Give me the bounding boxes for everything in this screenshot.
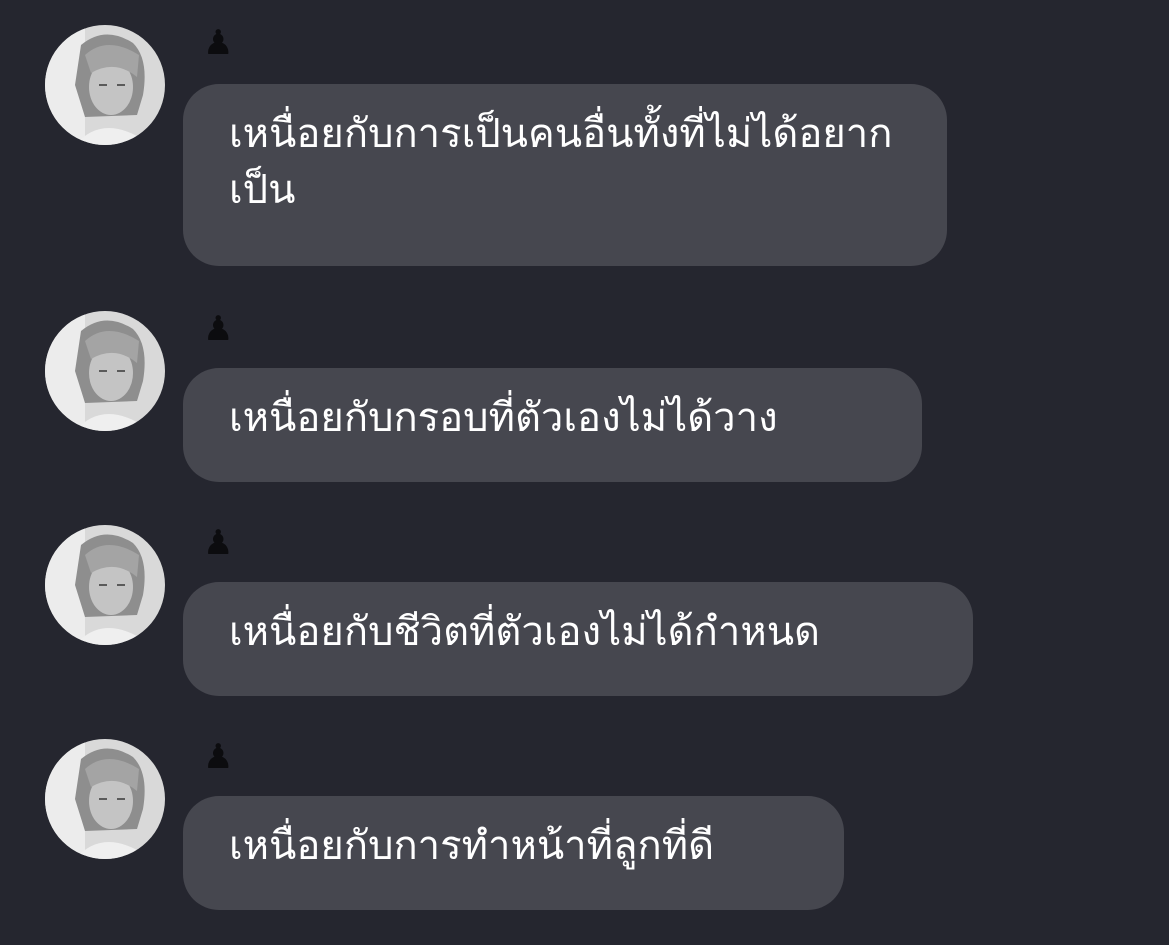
avatar-photo [45, 311, 165, 431]
avatar[interactable] [45, 739, 165, 859]
avatar[interactable] [45, 525, 165, 645]
message-text: เหนื่อยกับการเป็นคนอื่นทั้งที่ไม่ได้อยาก… [229, 111, 893, 213]
message-bubble[interactable]: เหนื่อยกับกรอบที่ตัวเองไม่ได้วาง [183, 368, 922, 482]
avatar[interactable] [45, 25, 165, 145]
sender-badge-icon: ♟ [203, 309, 234, 349]
message-text: เหนื่อยกับกรอบที่ตัวเองไม่ได้วาง [229, 395, 778, 441]
avatar-photo [45, 525, 165, 645]
avatar[interactable] [45, 311, 165, 431]
sender-badge-icon: ♟ [203, 523, 234, 563]
message-bubble[interactable]: เหนื่อยกับชีวิตที่ตัวเองไม่ได้กำหนด [183, 582, 973, 696]
message-text: เหนื่อยกับชีวิตที่ตัวเองไม่ได้กำหนด [229, 609, 821, 655]
message-bubble[interactable]: เหนื่อยกับการทำหน้าที่ลูกที่ดี [183, 796, 844, 910]
chat-screen: { "messages": [ { "sender": "♟", "text":… [0, 0, 1169, 945]
message-text: เหนื่อยกับการทำหน้าที่ลูกที่ดี [229, 823, 715, 869]
avatar-photo [45, 25, 165, 145]
message-bubble[interactable]: เหนื่อยกับการเป็นคนอื่นทั้งที่ไม่ได้อยาก… [183, 84, 947, 266]
avatar-photo [45, 739, 165, 859]
sender-badge-icon: ♟ [203, 23, 234, 63]
sender-badge-icon: ♟ [203, 737, 234, 777]
